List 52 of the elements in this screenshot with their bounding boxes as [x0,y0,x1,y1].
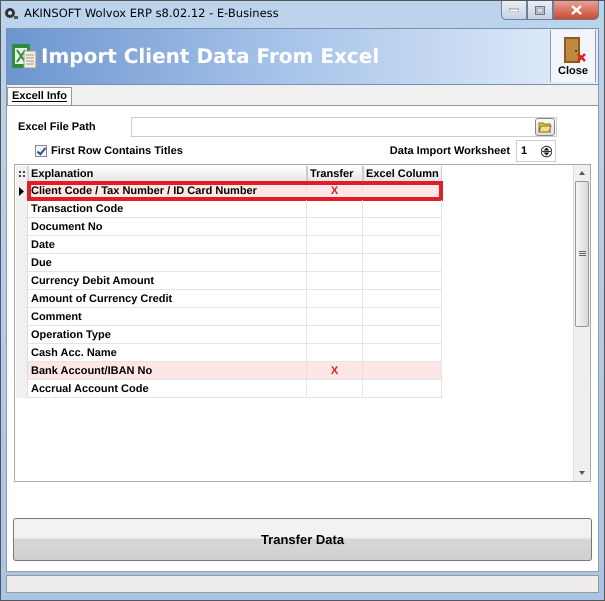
scroll-thumb[interactable] [575,181,589,328]
scrollbar[interactable] [573,165,590,482]
minimize-icon [509,8,519,12]
table-cell: Currency Debit Amount [28,272,307,290]
browse-button[interactable] [535,118,555,136]
table-cell [307,326,363,344]
tab[interactable]: Excell Info [7,87,72,106]
page-title: Import Client Data From Excel [41,44,380,68]
column-header[interactable]: Transfer [307,166,363,182]
table-cell [307,236,363,254]
scroll-down-icon[interactable] [579,471,585,476]
field-label: Excel File Path [18,121,97,134]
scroll-up-icon[interactable] [579,171,585,176]
checkbox-label: First Row Contains Titles [51,145,183,158]
column-header[interactable]: Explanation [28,166,307,182]
table-cell [307,254,363,272]
table-cell [307,218,363,236]
field-label: Data Import Worksheet [390,145,510,158]
table-cell [307,308,363,326]
minimize-button[interactable] [501,1,527,20]
gear-icon [4,6,18,20]
table-cell: Amount of Currency Credit [28,290,307,308]
window-title: AKINSOFT Wolvox ERP s8.02.12 - E-Business [24,6,279,20]
grip-icon [578,251,586,258]
table-cell: Transaction Code [28,200,307,218]
row-pointer-icon [19,186,24,196]
file-path-field[interactable] [131,117,557,138]
close-button[interactable]: Close [550,30,596,82]
table-cell: Comment [28,308,307,326]
maximize-button[interactable] [527,1,553,20]
table-cell [307,200,363,218]
spin-arrows-icon [540,144,552,158]
close-button[interactable] [553,1,599,20]
table-cell: Document No [28,218,307,236]
table-cell: Accrual Account Code [28,380,307,398]
spreadsheet-icon [10,41,38,72]
table-cell: Due [28,254,307,272]
checkbox[interactable] [35,145,47,158]
folder-icon [538,121,552,134]
table-cell [307,290,363,308]
table-cell: Bank Account/IBAN No [28,362,307,380]
table-cell [307,272,363,290]
table-cell [307,380,363,398]
maximize-icon [535,6,545,14]
worksheet-field[interactable]: 1 [516,140,556,162]
transfer-button[interactable]: Transfer Data [13,518,592,562]
table-cell: Operation Type [28,326,307,344]
table-cell: X [307,362,363,380]
table-cell: Date [28,236,307,254]
grip-icon [18,170,24,178]
column-header[interactable]: Excel Column [363,166,442,182]
close-icon [570,5,582,15]
